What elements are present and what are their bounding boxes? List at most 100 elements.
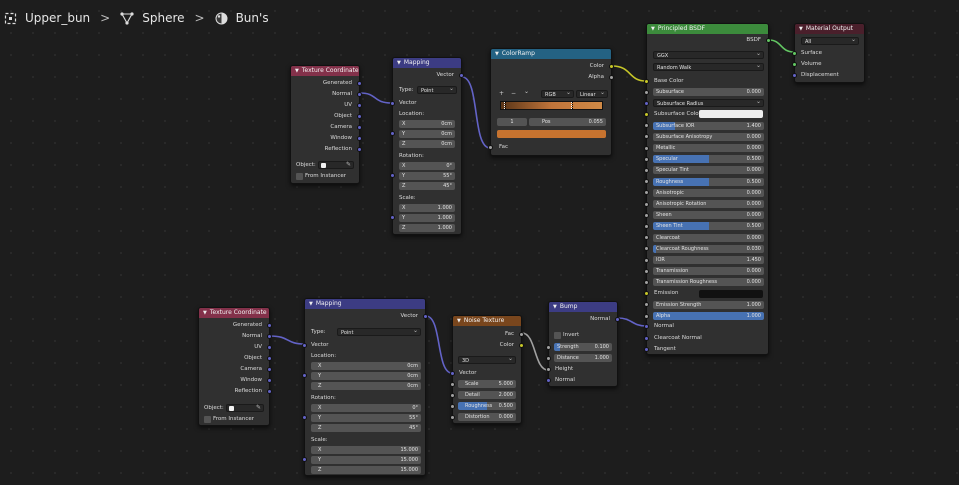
eyedropper-icon[interactable]: ✎ xyxy=(346,161,351,168)
socket[interactable] xyxy=(644,167,649,173)
socket[interactable] xyxy=(546,378,551,383)
input-slider[interactable]: Specular Tint 0.000 xyxy=(653,166,764,175)
scale-y-field[interactable]: Y 15.000 xyxy=(311,456,421,464)
socket[interactable] xyxy=(267,323,272,328)
object-field[interactable]: ✎ xyxy=(226,404,264,412)
collapse-arrow-icon[interactable]: ▼ xyxy=(295,66,299,76)
noise-distortion-field[interactable]: Distortion 0.000 xyxy=(458,413,516,421)
socket[interactable] xyxy=(644,223,649,229)
socket[interactable] xyxy=(357,114,362,119)
link-texcoord-to-mapping[interactable] xyxy=(359,92,393,104)
socket[interactable] xyxy=(546,345,551,350)
socket[interactable] xyxy=(267,345,272,350)
noise-scale-field[interactable]: Scale 5.000 xyxy=(458,380,516,388)
collapse-arrow-icon[interactable]: ▼ xyxy=(651,24,655,34)
socket[interactable] xyxy=(644,257,649,263)
socket[interactable] xyxy=(644,123,649,129)
link-bump-to-normal[interactable] xyxy=(617,317,647,327)
object-field[interactable]: ✎ xyxy=(318,161,354,169)
color-swatch[interactable] xyxy=(699,289,763,298)
rotation-z-field[interactable]: Z 45° xyxy=(399,182,455,190)
socket[interactable] xyxy=(267,356,272,361)
scale-x-field[interactable]: X 1.000 xyxy=(399,204,455,212)
socket[interactable] xyxy=(609,75,614,80)
invert-checkbox[interactable] xyxy=(554,332,561,339)
distribution-dropdown[interactable]: GGX xyxy=(653,51,764,59)
breadcrumb-mesh[interactable]: Sphere xyxy=(120,11,185,25)
color-stop-marker[interactable] xyxy=(504,102,506,109)
breadcrumb-object[interactable]: Upper_bun xyxy=(4,11,90,25)
socket[interactable] xyxy=(423,314,428,319)
link-colorramp-to-basecolor[interactable] xyxy=(611,65,647,82)
type-dropdown[interactable]: Point xyxy=(337,328,421,336)
socket[interactable] xyxy=(644,246,649,252)
socket[interactable] xyxy=(357,103,362,108)
bump-node[interactable]: ▼ Bump Normal Invert Strength 0.100 Distan… xyxy=(546,301,620,387)
socket[interactable] xyxy=(450,381,455,387)
color-mode-dropdown[interactable]: RGB xyxy=(541,90,574,98)
collapse-arrow-icon[interactable]: ▼ xyxy=(799,24,803,34)
type-dropdown[interactable]: Point xyxy=(417,86,457,94)
strength-field[interactable]: Strength 0.100 xyxy=(554,343,612,351)
scale-z-field[interactable]: Z 15.000 xyxy=(311,466,421,474)
node-header[interactable]: ▼ Texture Coordinate xyxy=(199,308,269,318)
socket[interactable] xyxy=(450,414,455,420)
link-noise-to-bump[interactable] xyxy=(521,332,549,371)
dimensions-dropdown[interactable]: 3D xyxy=(458,356,516,364)
texture-coordinate-node[interactable]: ▼ Texture Coordinate Generated Normal UV … xyxy=(290,65,362,184)
location-z-field[interactable]: Z 0cm xyxy=(399,140,455,148)
socket[interactable] xyxy=(357,136,362,141)
rotation-y-field[interactable]: Y 55° xyxy=(311,414,421,422)
link-mapping-to-colorramp[interactable] xyxy=(461,76,491,149)
color-swatch[interactable] xyxy=(699,110,763,119)
noise-roughness-field[interactable]: Roughness 0.500 xyxy=(458,402,516,410)
socket[interactable] xyxy=(644,313,649,319)
socket[interactable] xyxy=(450,371,455,376)
socket[interactable] xyxy=(644,79,649,84)
mapping-node-2[interactable]: ▼Mapping Vector Type: Point Vector Locat… xyxy=(302,298,428,476)
input-slider[interactable]: Specular 0.500 xyxy=(653,155,764,164)
rotation-x-field[interactable]: X 0° xyxy=(311,404,421,412)
socket[interactable] xyxy=(546,367,551,372)
material-output-node[interactable]: ▼Material Output All Surface Volume Disp… xyxy=(792,23,865,83)
stop-color-swatch[interactable] xyxy=(497,130,606,138)
socket[interactable] xyxy=(450,403,455,409)
socket[interactable] xyxy=(302,343,307,348)
input-slider[interactable]: Clearcoat 0.000 xyxy=(653,233,764,242)
socket[interactable] xyxy=(644,324,649,329)
node-header[interactable]: ▼ ColorRamp xyxy=(491,49,611,59)
node-header[interactable]: ▼ Material Output xyxy=(795,24,864,34)
node-header[interactable]: ▼ Texture Coordinate xyxy=(291,66,359,76)
interpolation-dropdown[interactable]: Linear xyxy=(576,90,608,98)
socket[interactable] xyxy=(644,347,649,352)
socket[interactable] xyxy=(357,81,362,86)
input-slider[interactable]: Alpha 1.000 xyxy=(653,312,764,320)
collapse-arrow-icon[interactable]: ▼ xyxy=(553,302,557,312)
subsurface-method-dropdown[interactable]: Random Walk xyxy=(653,63,764,71)
socket[interactable] xyxy=(302,373,307,378)
socket[interactable] xyxy=(644,291,649,297)
socket[interactable] xyxy=(357,147,362,152)
input-slider[interactable]: Subsurface 0.000 xyxy=(653,88,764,96)
texture-coordinate-node-2[interactable]: ▼ Texture Coordinate Generated Normal UV … xyxy=(198,307,272,426)
scale-x-field[interactable]: X 15.000 xyxy=(311,446,421,454)
socket[interactable] xyxy=(792,51,797,56)
rotation-y-field[interactable]: Y 55° xyxy=(399,172,455,180)
socket[interactable] xyxy=(644,268,649,274)
input-slider[interactable]: Sheen 0.000 xyxy=(653,211,764,220)
render-target-dropdown[interactable]: All xyxy=(801,37,859,45)
rotation-z-field[interactable]: Z 45° xyxy=(311,424,421,432)
node-header[interactable]: ▼ Bump xyxy=(549,302,617,312)
socket[interactable] xyxy=(357,92,362,97)
input-slider[interactable]: IOR 1.450 xyxy=(653,256,764,264)
socket[interactable] xyxy=(644,179,649,185)
socket[interactable] xyxy=(644,89,649,95)
socket[interactable] xyxy=(644,212,649,218)
socket[interactable] xyxy=(488,145,493,150)
input-slider[interactable]: Metallic 0.000 xyxy=(653,144,764,152)
socket[interactable] xyxy=(450,392,455,398)
remove-stop-button[interactable]: − xyxy=(511,90,516,97)
collapse-arrow-icon[interactable]: ▼ xyxy=(457,316,461,326)
ramp-menu-button[interactable]: ⌄ xyxy=(524,88,529,95)
socket[interactable] xyxy=(644,100,649,106)
